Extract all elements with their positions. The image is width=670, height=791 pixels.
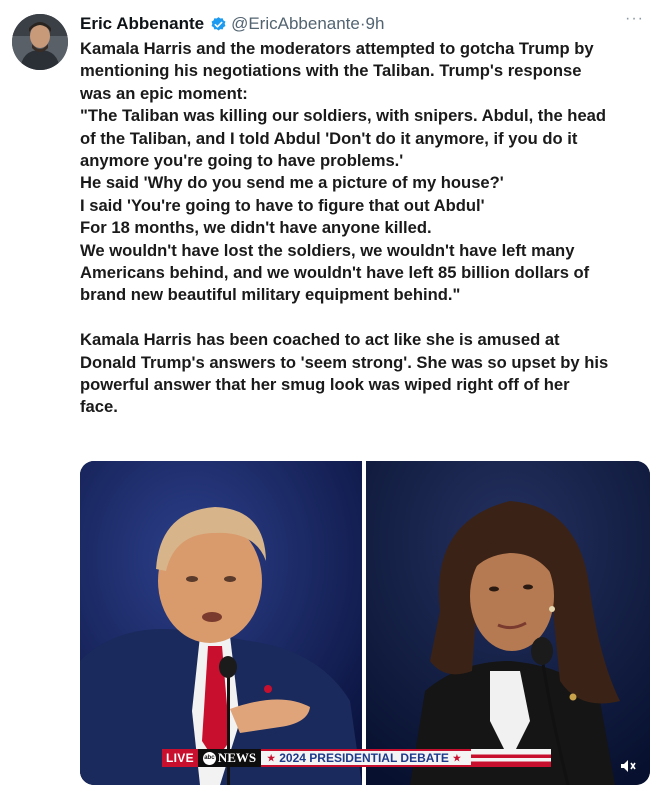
- debate-banner: ★ 2024 PRESIDENTIAL DEBATE ★: [261, 749, 472, 767]
- tweet-text-line: brand new beautiful military equipment b…: [80, 285, 461, 305]
- tweet-video[interactable]: LIVE abc NEWS ★ 2024 PRESIDENTIAL DEBATE…: [80, 461, 650, 785]
- network-label: NEWS: [217, 750, 257, 765]
- debate-banner-text: 2024 PRESIDENTIAL DEBATE: [279, 751, 449, 765]
- tweet-text-line: mentioning his negotiations with the Tal…: [80, 61, 582, 81]
- star-icon: ★: [452, 752, 461, 763]
- tweet-header: Eric Abbenante @EricAbbenante · 9h: [80, 12, 650, 36]
- author-avatar[interactable]: [12, 14, 68, 70]
- tweet-text-line: He said 'Why do you send me a picture of…: [80, 173, 504, 193]
- tweet-text-line: For 18 months, we didn't have anyone kil…: [80, 218, 432, 238]
- tweet-text-line: Kamala Harris and the moderators attempt…: [80, 39, 594, 58]
- more-horizontal-icon[interactable]: ···: [625, 11, 644, 27]
- profile-photo-icon: [12, 14, 68, 70]
- post-time[interactable]: 9h: [366, 14, 385, 34]
- author-name[interactable]: Eric Abbenante: [80, 14, 204, 34]
- tweet-text-line: powerful answer that her smug look was w…: [80, 375, 570, 395]
- ticker-stripes: [471, 749, 552, 767]
- tweet-text-line: anymore you're going to have problems.': [80, 151, 404, 171]
- news-ticker: LIVE abc NEWS ★ 2024 PRESIDENTIAL DEBATE…: [162, 749, 552, 767]
- verified-badge-icon: [210, 16, 227, 33]
- debate-video-frame: [80, 461, 650, 785]
- tweet-text-line: We wouldn't have lost the soldiers, we w…: [80, 240, 575, 260]
- tweet-text-line: Kamala Harris has been coached to act li…: [80, 330, 560, 350]
- tweet-text-line: of the Taliban, and I told Abdul 'Don't …: [80, 128, 578, 148]
- abc-logo-icon: abc: [202, 751, 216, 765]
- volume-muted-icon[interactable]: [620, 759, 636, 773]
- tweet-text-line: "The Taliban was killing our soldiers, w…: [80, 106, 607, 126]
- tweet-text-line: Donald Trump's answers to 'seem strong'.…: [80, 352, 609, 372]
- author-handle[interactable]: @EricAbbenante: [231, 14, 360, 34]
- star-icon: ★: [267, 752, 276, 763]
- live-badge: LIVE: [162, 749, 198, 767]
- tweet-text-line: I said 'You're going to have to figure t…: [80, 195, 485, 215]
- tweet-body: Kamala Harris and the moderators attempt…: [80, 38, 650, 419]
- tweet-text-line: was an epic moment:: [80, 83, 248, 103]
- tweet-text-line: face.: [80, 397, 118, 417]
- tweet-text-line: Americans behind, and we wouldn't have l…: [80, 263, 590, 283]
- network-logo: abc NEWS: [197, 749, 262, 767]
